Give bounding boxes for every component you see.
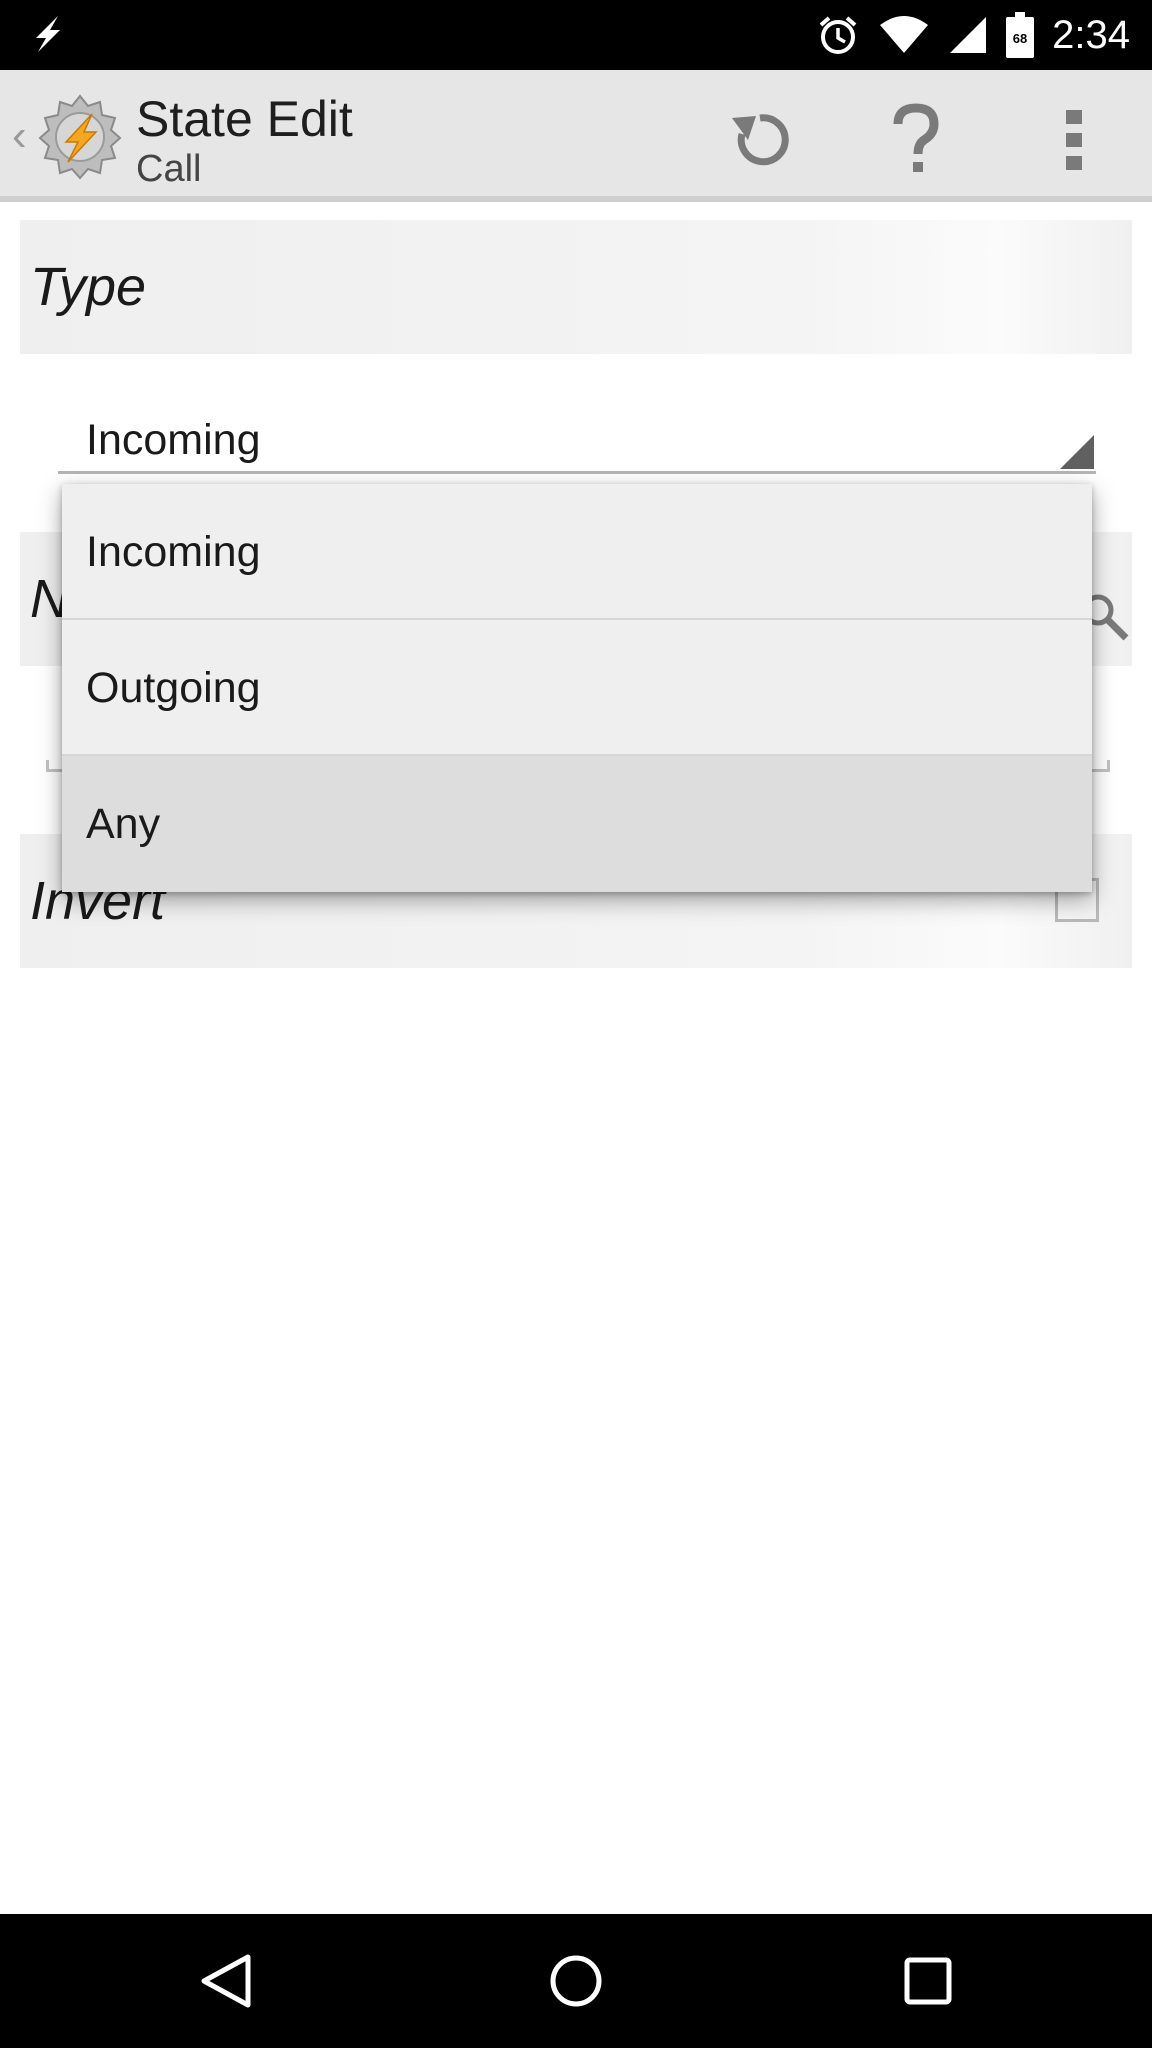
type-spinner[interactable]: Incoming xyxy=(58,408,1096,474)
dropdown-option-label: Outgoing xyxy=(86,664,261,712)
screen-subtitle: Call xyxy=(136,148,202,190)
dropdown-option-any[interactable]: Any xyxy=(62,756,1092,892)
tasker-app-icon[interactable] xyxy=(36,92,124,180)
nav-home-button[interactable] xyxy=(496,1914,656,2048)
cell-signal-icon xyxy=(950,17,987,53)
nav-back-button[interactable] xyxy=(146,1914,306,2048)
battery-icon: 68 xyxy=(1006,12,1035,58)
dropdown-option-label: Incoming xyxy=(86,528,261,576)
type-spinner-value: Incoming xyxy=(86,416,261,464)
more-vert-icon xyxy=(1066,110,1082,170)
status-bar: 68 2:34 xyxy=(0,0,1152,70)
type-label: Type xyxy=(30,257,147,317)
type-dropdown-popup: Incoming Outgoing Any xyxy=(62,484,1092,892)
lightning-notification-icon xyxy=(36,16,60,52)
help-button[interactable] xyxy=(868,92,964,188)
nav-recents-button[interactable] xyxy=(848,1914,1008,2048)
dropdown-option-outgoing[interactable]: Outgoing xyxy=(62,620,1092,756)
undo-icon xyxy=(732,114,789,166)
screen-title: State Edit xyxy=(136,91,353,147)
overflow-menu-button[interactable] xyxy=(1026,92,1122,188)
home-circle-icon xyxy=(550,1955,602,2007)
help-icon xyxy=(893,103,939,172)
type-section-header: Type xyxy=(20,220,1132,354)
status-clock: 2:34 xyxy=(1052,12,1130,57)
wifi-icon xyxy=(880,16,929,53)
up-navigation-caret-icon[interactable]: ‹ xyxy=(12,114,27,158)
alarm-icon xyxy=(819,16,857,54)
battery-level-text: 68 xyxy=(1013,31,1027,46)
system-navigation-bar xyxy=(0,1914,1152,2048)
dropdown-option-incoming[interactable]: Incoming xyxy=(62,484,1092,620)
action-bar: ‹ State Edit Call xyxy=(0,70,1152,202)
undo-button[interactable] xyxy=(712,92,808,188)
recents-square-icon xyxy=(904,1957,952,2005)
spinner-arrow-icon xyxy=(1060,435,1094,469)
dropdown-option-label: Any xyxy=(86,800,161,848)
back-triangle-icon xyxy=(201,1954,251,2008)
